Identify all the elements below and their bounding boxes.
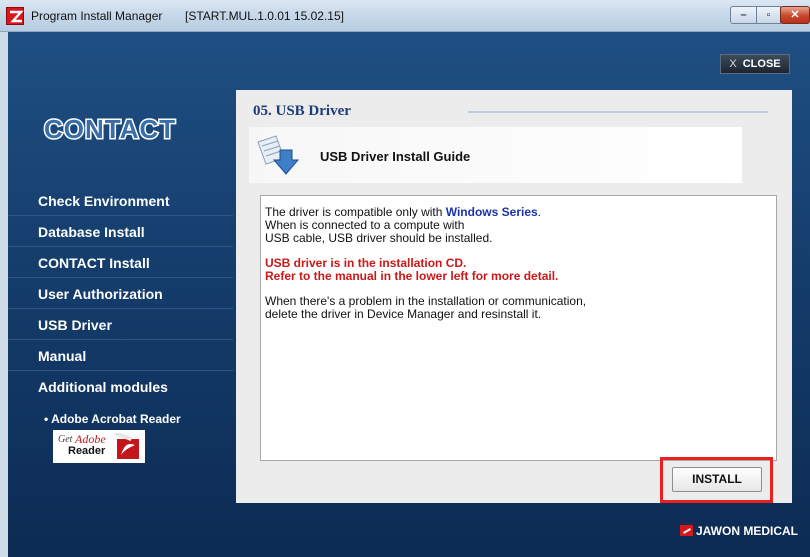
instruction-warning: Refer to the manual in the lower left fo… — [265, 269, 559, 283]
minimize-button[interactable]: – — [730, 6, 757, 24]
contact-logo: CONTACT — [43, 113, 177, 146]
instruction-line: delete the driver in Device Manager and … — [265, 307, 542, 321]
maximize-icon: ▫ — [766, 9, 771, 21]
install-button[interactable]: INSTALL — [672, 467, 762, 492]
guide-title: USB Driver Install Guide — [320, 149, 471, 164]
adobe-reader-icon — [113, 433, 139, 459]
sidebar-item-usb-driver[interactable]: USB Driver — [8, 309, 233, 340]
footer-brand: JAWON MEDICAL — [680, 524, 798, 538]
sidebar-item-user-authorization[interactable]: User Authorization — [8, 278, 233, 309]
app-body: X CLOSE CONTACT Check Environment Databas… — [8, 32, 810, 557]
sidebar-item-manual[interactable]: Manual — [8, 340, 233, 371]
sidebar-item-additional-modules[interactable]: Additional modules — [8, 371, 233, 402]
instructions-text-area[interactable]: The driver is compatible only with Windo… — [260, 195, 777, 461]
instruction-line: USB cable, USB driver should be installe… — [265, 231, 493, 245]
jawon-logo-icon — [680, 525, 693, 536]
guide-header: USB Driver Install Guide — [249, 127, 742, 183]
sidebar-item-label: CONTACT Install — [38, 255, 150, 271]
adobe-get-text: Get — [58, 434, 73, 445]
adobe-reader-text: Reader — [68, 445, 106, 457]
sidebar-item-database-install[interactable]: Database Install — [8, 216, 233, 247]
sidebar-item-label: Manual — [38, 348, 87, 364]
get-adobe-reader-badge[interactable]: Get Adobe Reader — [53, 430, 145, 463]
logo-text: CONTACT — [44, 114, 176, 144]
minimize-icon: – — [740, 9, 747, 21]
footer-brand-text: JAWON MEDICAL — [696, 524, 798, 538]
window-version: [START.MUL.1.0.01 15.02.15] — [185, 9, 344, 23]
close-button-label: CLOSE — [742, 58, 781, 70]
close-button[interactable]: X CLOSE — [720, 54, 790, 74]
app-icon — [6, 7, 24, 25]
sidebar-item-label: Database Install — [38, 224, 145, 240]
title-divider — [468, 111, 768, 113]
sidebar-item-label: USB Driver — [38, 317, 112, 333]
sidebar-item-contact-install[interactable]: CONTACT Install — [8, 247, 233, 278]
sidebar-menu: Check Environment Database Install CONTA… — [8, 185, 233, 402]
window-title-bar: Program Install Manager [START.MUL.1.0.0… — [0, 0, 810, 32]
close-icon: ✕ — [790, 9, 800, 21]
window-title: Program Install Manager — [31, 9, 163, 23]
maximize-button[interactable]: ▫ — [756, 6, 781, 24]
windows-series-highlight: Windows Series — [445, 205, 538, 219]
content-panel: 05. USB Driver USB Driver Install Guide … — [236, 90, 792, 503]
sidebar-item-label: Additional modules — [38, 379, 168, 395]
install-guide-icon — [257, 135, 300, 175]
close-x-icon: X — [729, 58, 737, 70]
window-close-button[interactable]: ✕ — [780, 6, 810, 24]
panel-title: 05. USB Driver — [253, 103, 351, 119]
sidebar-item-label: Check Environment — [38, 193, 170, 209]
sidebar-subitem-adobe-reader[interactable]: • Adobe Acrobat Reader — [44, 412, 181, 426]
sidebar-item-check-environment[interactable]: Check Environment — [8, 185, 233, 216]
sidebar-item-label: User Authorization — [38, 286, 163, 302]
